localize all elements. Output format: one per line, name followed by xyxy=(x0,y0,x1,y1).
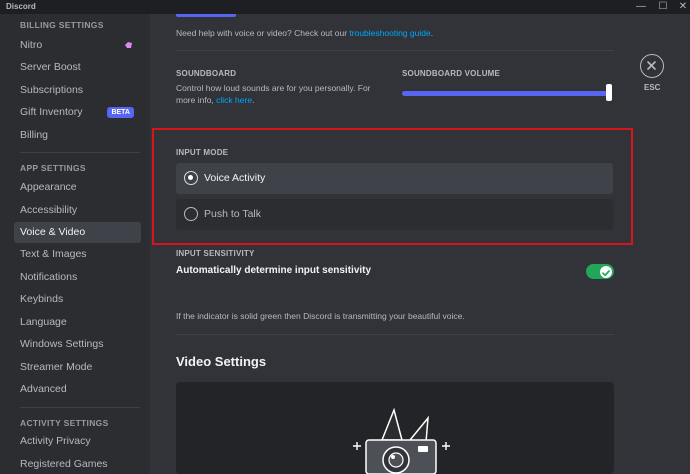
sidebar-item-label: Keybinds xyxy=(20,293,64,305)
billing-settings-header: BILLING SETTINGS xyxy=(20,20,104,30)
video-preview xyxy=(176,382,614,474)
sidebar-item-label: Streamer Mode xyxy=(20,361,93,373)
voice-video-settings: Need help with voice or video? Check out… xyxy=(150,14,690,474)
sidebar-item-label: Server Boost xyxy=(20,61,81,73)
sidebar-item-label: Language xyxy=(20,316,67,328)
sidebar-item-label: Billing xyxy=(20,129,49,141)
sidebar-item-nitro[interactable]: Nitro xyxy=(14,35,141,56)
soundboard-label: SOUNDBOARD xyxy=(176,69,237,78)
sidebar-item-label: Nitro xyxy=(20,39,43,51)
soundboard-desc-line: Control how loud sounds are for you pers… xyxy=(176,83,371,93)
app-title: Discord xyxy=(6,2,36,11)
sidebar-item-server-boost[interactable]: Server Boost xyxy=(14,57,141,78)
section-divider xyxy=(176,50,614,51)
sidebar-item-notifications[interactable]: Notifications xyxy=(14,267,141,288)
sidebar-item-billing[interactable]: Billing xyxy=(14,125,141,146)
sidebar-item-windows-settings[interactable]: Windows Settings xyxy=(14,334,141,355)
sidebar-item-activity-privacy[interactable]: Activity Privacy xyxy=(14,431,141,452)
soundboard-description: Control how loud sounds are for you pers… xyxy=(176,82,391,106)
sidebar-item-language[interactable]: Language xyxy=(14,312,141,333)
close-settings-button[interactable] xyxy=(640,54,664,78)
sidebar-item-text-images[interactable]: Text & Images xyxy=(14,244,141,265)
tab-indicator xyxy=(176,14,236,17)
soundboard-volume-slider[interactable] xyxy=(402,91,610,96)
soundboard-volume-handle[interactable] xyxy=(606,84,612,101)
activity-settings-header: ACTIVITY SETTINGS xyxy=(20,418,109,428)
soundboard-volume-label: SOUNDBOARD VOLUME xyxy=(402,69,501,78)
help-text: Need help with voice or video? Check out… xyxy=(176,28,433,38)
sidebar-item-label: Windows Settings xyxy=(20,338,104,350)
sidebar-item-label: Accessibility xyxy=(20,204,78,216)
help-prefix: Need help with voice or video? Check out… xyxy=(176,28,350,38)
sidebar-divider xyxy=(20,152,140,153)
sidebar-item-keybinds[interactable]: Keybinds xyxy=(14,289,141,310)
title-bar: Discord — ☐ ✕ xyxy=(0,0,690,14)
sidebar-item-subscriptions[interactable]: Subscriptions xyxy=(14,80,141,101)
sidebar-item-label: Gift Inventory xyxy=(20,106,83,118)
toggle-knob xyxy=(600,265,612,278)
radio-label: Voice Activity xyxy=(204,172,266,184)
maximize-button[interactable]: ☐ xyxy=(652,0,674,14)
radio-unselected-icon xyxy=(184,207,198,221)
sidebar-item-registered-games[interactable]: Registered Games xyxy=(14,454,141,474)
camera-illustration-icon xyxy=(353,407,450,474)
sidebar-item-streamer-mode[interactable]: Streamer Mode xyxy=(14,357,141,378)
radio-voice-activity[interactable]: Voice Activity xyxy=(176,163,613,194)
click-here-link[interactable]: click here xyxy=(216,95,252,105)
input-mode-label: INPUT MODE xyxy=(176,148,229,157)
help-suffix: . xyxy=(430,28,434,38)
sensitivity-hint: If the indicator is solid green then Dis… xyxy=(176,311,465,321)
app-settings-header: APP SETTINGS xyxy=(20,163,86,173)
sidebar-item-label: Activity Privacy xyxy=(20,435,91,447)
soundboard-desc-suffix: . xyxy=(252,95,255,105)
sidebar-item-label: Subscriptions xyxy=(20,84,84,96)
radio-selected-icon xyxy=(184,171,198,185)
sidebar-item-label: Registered Games xyxy=(20,458,108,470)
close-window-button[interactable]: ✕ xyxy=(672,0,690,14)
sidebar-item-advanced[interactable]: Advanced xyxy=(14,379,141,400)
radio-label: Push to Talk xyxy=(204,208,262,220)
esc-label: ESC xyxy=(644,83,661,92)
sidebar-item-gift-inventory[interactable]: Gift Inventory BETA xyxy=(14,102,141,123)
sidebar-item-label: Voice & Video xyxy=(20,226,86,238)
close-icon xyxy=(647,61,656,70)
nitro-icon xyxy=(125,42,132,48)
minimize-button[interactable]: — xyxy=(630,0,652,14)
beta-badge: BETA xyxy=(107,107,134,118)
sidebar-item-label: Appearance xyxy=(20,181,77,193)
radio-push-to-talk[interactable]: Push to Talk xyxy=(176,199,613,230)
sidebar-divider xyxy=(20,407,140,408)
auto-sensitivity-label: Automatically determine input sensitivit… xyxy=(176,265,372,276)
settings-sidebar: BILLING SETTINGS Nitro Server Boost Subs… xyxy=(0,14,150,474)
sidebar-item-label: Text & Images xyxy=(20,248,87,260)
video-settings-title: Video Settings xyxy=(176,354,267,369)
sidebar-item-label: Notifications xyxy=(20,271,78,283)
auto-sensitivity-toggle[interactable] xyxy=(586,264,614,279)
troubleshooting-link[interactable]: troubleshooting guide xyxy=(349,28,430,38)
soundboard-desc-line: more info, xyxy=(176,95,217,105)
check-icon xyxy=(602,269,610,276)
input-sensitivity-label: INPUT SENSITIVITY xyxy=(176,249,255,258)
sidebar-item-label: Advanced xyxy=(20,383,67,395)
sidebar-item-voice-video[interactable]: Voice & Video xyxy=(14,222,141,243)
section-divider xyxy=(176,334,614,335)
sidebar-item-accessibility[interactable]: Accessibility xyxy=(14,200,141,221)
sidebar-item-appearance[interactable]: Appearance xyxy=(14,177,141,198)
